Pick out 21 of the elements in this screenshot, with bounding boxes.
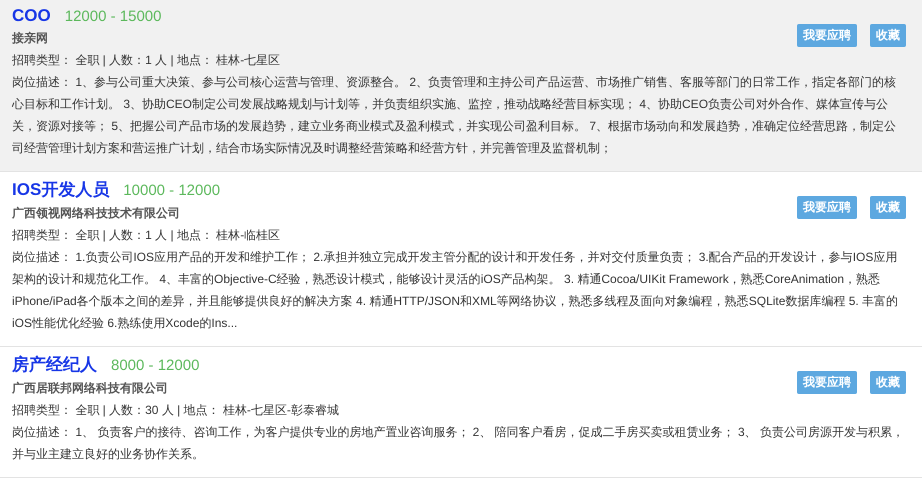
job-meta: 招聘类型： 全职 | 人数：1 人 | 地点： 桂林-临桂区: [12, 227, 282, 244]
salary-range: 10000 - 12000: [123, 182, 220, 199]
job-title[interactable]: 房产经纪人: [12, 353, 97, 376]
favorite-button[interactable]: 收藏: [870, 371, 906, 394]
salary-range: 8000 - 12000: [111, 357, 200, 374]
job-description: 岗位描述： 1、参与公司重大决策、参与公司核心运营与管理、资源整合。 2、负责管理和主持公司产品运营、市场推广销售、客服等部门的日常工作，指定各部门的核心目标和工作计划。 3、协助CEO制定公司发展战略规划与计划等，并负责组织实施、监控，推动战略经营目标实现； 4、协助CEO负责公司对外合作、媒体宣传与公关，资源对接等； 5、把握公司产品市场的发展趋势，建立业务商业模式及盈利模式，并实现公司盈利目标。 7、根据市场动向和发展趋势，准确定位经营思路，制定公司经营管理计划方案和营运推广计划，结合市场实际情况及时调整经营策略和经营方针，并完善管理及监督机制；: [12, 74, 898, 157]
job-meta: 招聘类型： 全职 | 人数：30 人 | 地点： 桂林-七星区-彰泰睿城: [12, 402, 340, 419]
job-title[interactable]: IOS开发人员: [12, 178, 110, 201]
apply-button[interactable]: 我要应聘: [797, 371, 857, 394]
company-name: 广西居联邦网络科技有限公司: [12, 380, 168, 397]
apply-button[interactable]: 我要应聘: [797, 196, 857, 219]
job-title[interactable]: COO: [12, 6, 51, 26]
company-name: 广西领视网络科技技术有限公司: [12, 205, 180, 222]
favorite-button[interactable]: 收藏: [870, 24, 906, 47]
job-description: 岗位描述： 1.负责公司IOS应用产品的开发和维护工作； 2.承担并独立完成开发主管分配的设计和开发任务，并对交付质量负责； 3.配合产品的开发设计，参与IOS应用架构的设计和规范化工作。 4、丰富的Objective-C经验，熟悉设计模式，能够设计灵活的iOS产品构架。 3. 精通Cocoa/UIKit Framework，熟悉CoreAnimation，熟悉iPhone/iPad各个版本之间的差异，并且能够提供良好的解决方案 4. 精通HTTP/JSON和XML等网络协议，熟悉多线程及面向对象编程，熟悉SQLite数据库编程 5. 丰富的iOS性能优化经验 6.熟练使用Xcode的Ins...: [12, 249, 900, 332]
favorite-button[interactable]: 收藏: [870, 196, 906, 219]
job-meta: 招聘类型： 全职 | 人数：1 人 | 地点： 桂林-七星区: [12, 52, 282, 69]
salary-range: 12000 - 15000: [64, 8, 162, 25]
job-description: 岗位描述： 1、 负责客户的接待、咨询工作，为客户提供专业的房地产置业咨询服务； 2、 陪同客户看房，促成二手房买卖或租赁业务； 3、 负责公司房源开发与积累，并与业主建立良好的业务协作关系。: [12, 424, 906, 463]
apply-button[interactable]: 我要应聘: [797, 24, 857, 47]
company-name: 接亲网: [12, 30, 48, 47]
